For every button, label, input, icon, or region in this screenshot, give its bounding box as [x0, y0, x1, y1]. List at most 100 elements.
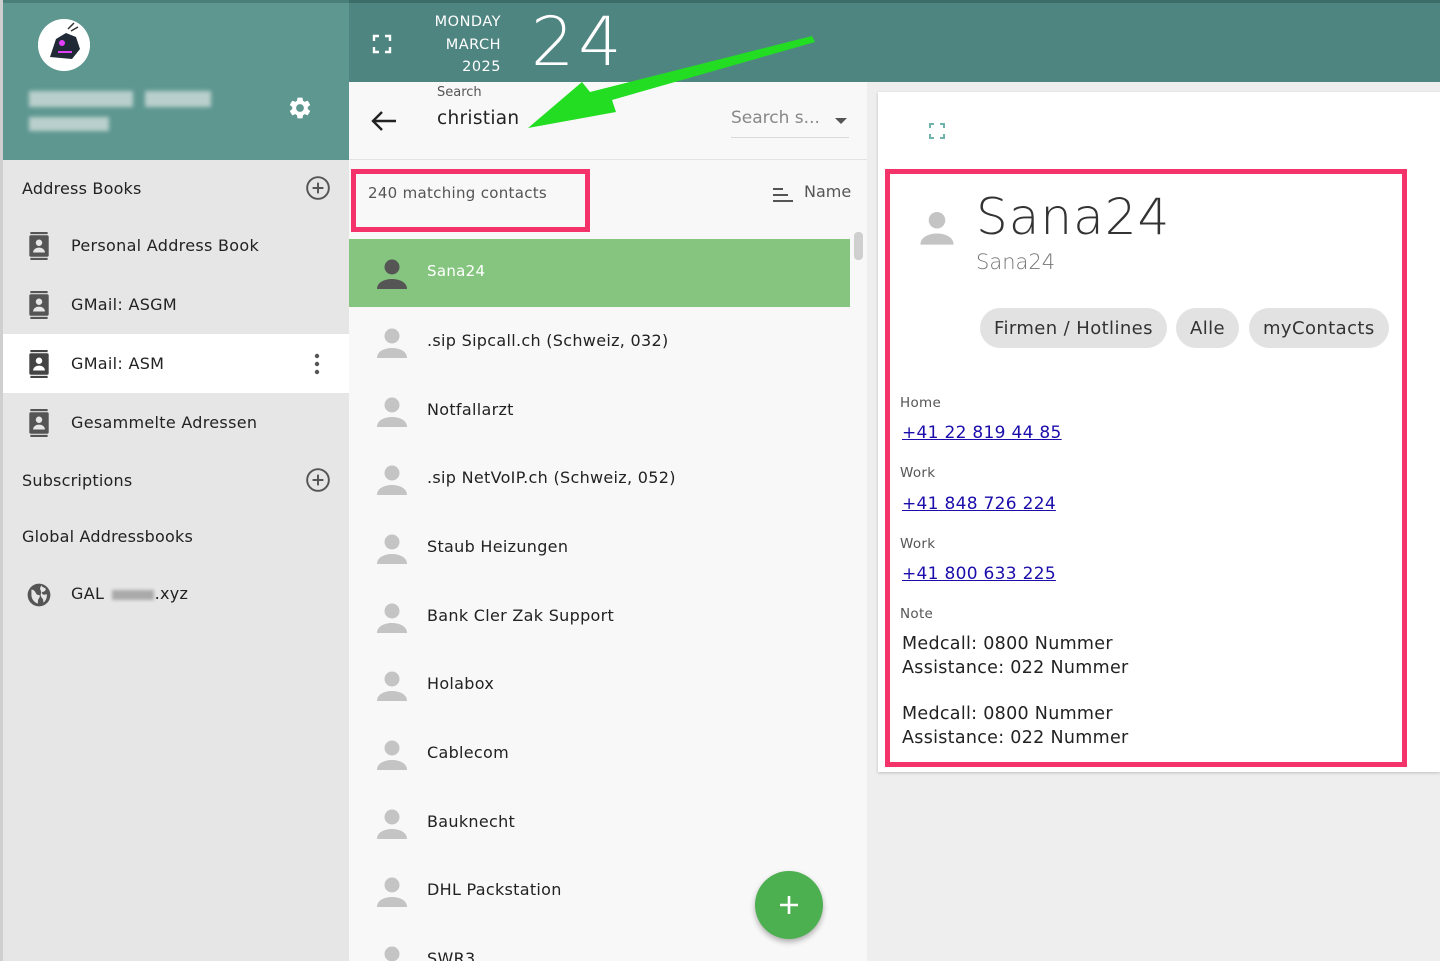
subscriptions-header: Subscriptions: [3, 452, 352, 508]
address-books-title: Address Books: [22, 178, 142, 198]
blurred-username: [29, 91, 133, 107]
contact-row[interactable]: Notfallarzt: [349, 377, 850, 445]
contact-row[interactable]: Bank Cler Zak Support: [349, 583, 850, 651]
category-chip[interactable]: Alle: [1176, 308, 1239, 348]
contact-organization: Sana24: [976, 250, 1056, 274]
address-book-gmail-asgm[interactable]: GMail: ASGM: [3, 275, 352, 334]
contact-name: .sip NetVoIP.ch (Schweiz, 052): [427, 468, 676, 487]
contact-row[interactable]: .sip Sipcall.ch (Schweiz, 032): [349, 308, 850, 376]
scrollbar-thumb[interactable]: [854, 232, 863, 260]
contact-list: Sana24 .sip Sipcall.ch (Schweiz, 032) No…: [349, 239, 850, 961]
gal-label: GAL .xyz: [71, 584, 188, 603]
address-book-label: Gesammelte Adressen: [71, 413, 258, 432]
address-book-label: GMail: ASGM: [71, 295, 177, 314]
contact-name: .sip Sipcall.ch (Schweiz, 032): [427, 331, 669, 350]
contact-name: Staub Heizungen: [427, 537, 569, 556]
phone-label: Home: [900, 395, 942, 411]
phone-link[interactable]: +41 22 819 44 85: [902, 423, 1062, 443]
contact-row[interactable]: Sana24: [349, 239, 850, 307]
add-contact-button[interactable]: [755, 871, 823, 939]
contact-display-name: Sana24: [976, 188, 1171, 246]
address-book-gal[interactable]: GAL .xyz: [3, 564, 352, 623]
contact-list-pane: Search christian Search s... 240 matchin…: [349, 82, 867, 961]
top-bar: MONDAY MARCH 2025 24: [349, 0, 1440, 82]
fullscreen-icon[interactable]: [371, 33, 393, 55]
contact-row[interactable]: Bauknecht: [349, 789, 850, 857]
phone-label: Work: [900, 536, 936, 552]
fullscreen-icon[interactable]: [928, 122, 946, 140]
person-icon: [920, 211, 954, 245]
sort-label[interactable]: Name: [804, 182, 851, 201]
person-icon: [377, 534, 407, 564]
contact-detail-card: Sana24 Sana24 Firmen / Hotlines Alle myC…: [878, 92, 1440, 772]
contact-row[interactable]: .sip NetVoIP.ch (Schweiz, 052): [349, 445, 850, 513]
contact-name: SWR3: [427, 949, 476, 961]
note-line: Assistance: 022 Nummer: [902, 728, 1129, 748]
address-book-gesammelte[interactable]: Gesammelte Adressen: [3, 393, 352, 452]
search-caption: Search: [437, 85, 482, 100]
user-avatar[interactable]: [38, 19, 90, 71]
address-book-label: Personal Address Book: [71, 236, 260, 255]
dropdown-arrow-icon: [835, 118, 847, 124]
subscriptions-title: Subscriptions: [22, 470, 133, 490]
blurred-username: [145, 91, 211, 107]
add-address-book-icon[interactable]: [305, 175, 331, 201]
category-chip[interactable]: Firmen / Hotlines: [980, 308, 1167, 348]
person-icon: [384, 946, 400, 961]
search-scope-label: Search s...: [731, 108, 820, 128]
blurred-email: [29, 117, 109, 131]
person-icon: [377, 328, 407, 358]
back-arrow-icon[interactable]: [369, 108, 399, 134]
more-vert-icon[interactable]: [309, 352, 325, 376]
contact-row[interactable]: Holabox: [349, 651, 850, 719]
person-icon: [377, 740, 407, 770]
note-line: Medcall: 0800 Nummer: [902, 704, 1113, 724]
note-line: Assistance: 022 Nummer: [902, 658, 1129, 678]
address-book-icon: [29, 232, 49, 260]
contact-name: Sana24: [427, 262, 486, 280]
globe-icon: [27, 583, 51, 607]
person-icon: [377, 259, 407, 289]
date-text: MONDAY MARCH 2025: [409, 11, 501, 79]
results-header: 240 matching contacts Name: [349, 160, 867, 238]
contact-name: Bank Cler Zak Support: [427, 606, 615, 625]
sidebar-header: [3, 0, 352, 160]
person-icon: [377, 397, 407, 427]
person-icon: [377, 671, 407, 701]
global-addressbooks-title: Global Addressbooks: [22, 526, 193, 546]
blurred-domain: [111, 589, 154, 600]
contact-row[interactable]: Cablecom: [349, 720, 850, 788]
settings-button[interactable]: [285, 93, 315, 123]
sidebar: Address Books Personal Address Book GMai…: [0, 0, 352, 961]
contact-row[interactable]: Staub Heizungen: [349, 514, 850, 582]
address-book-icon: [29, 291, 49, 319]
phone-link[interactable]: +41 800 633 225: [902, 564, 1056, 584]
person-icon: [377, 465, 407, 495]
contact-name: Cablecom: [427, 743, 509, 762]
address-books-header: Address Books: [3, 160, 352, 216]
address-book-gmail-asm[interactable]: GMail: ASM: [3, 334, 352, 393]
plus-icon: [780, 896, 798, 914]
year: 2025: [462, 59, 501, 75]
contact-name: Holabox: [427, 674, 495, 693]
gal-prefix: GAL: [71, 584, 105, 603]
category-chip[interactable]: myContacts: [1249, 308, 1389, 348]
phone-link[interactable]: +41 848 726 224: [902, 494, 1056, 514]
search-bar: Search christian Search s...: [349, 82, 867, 160]
sort-icon[interactable]: [772, 186, 794, 204]
search-input[interactable]: christian: [437, 108, 519, 129]
weekday: MONDAY: [434, 14, 501, 30]
person-icon: [377, 809, 407, 839]
gal-suffix: .xyz: [154, 584, 189, 603]
day-number: 24: [531, 3, 626, 82]
address-book-personal[interactable]: Personal Address Book: [3, 216, 352, 275]
contact-name: Notfallarzt: [427, 400, 514, 419]
person-icon: [377, 877, 407, 907]
search-scope-dropdown[interactable]: Search s...: [731, 108, 849, 138]
contact-name: Bauknecht: [427, 812, 516, 831]
global-addressbooks-header: Global Addressbooks: [3, 508, 352, 564]
add-subscription-icon[interactable]: [305, 467, 331, 493]
matching-count: 240 matching contacts: [368, 184, 548, 202]
gear-icon: [289, 97, 311, 119]
note-line: Medcall: 0800 Nummer: [902, 634, 1113, 654]
